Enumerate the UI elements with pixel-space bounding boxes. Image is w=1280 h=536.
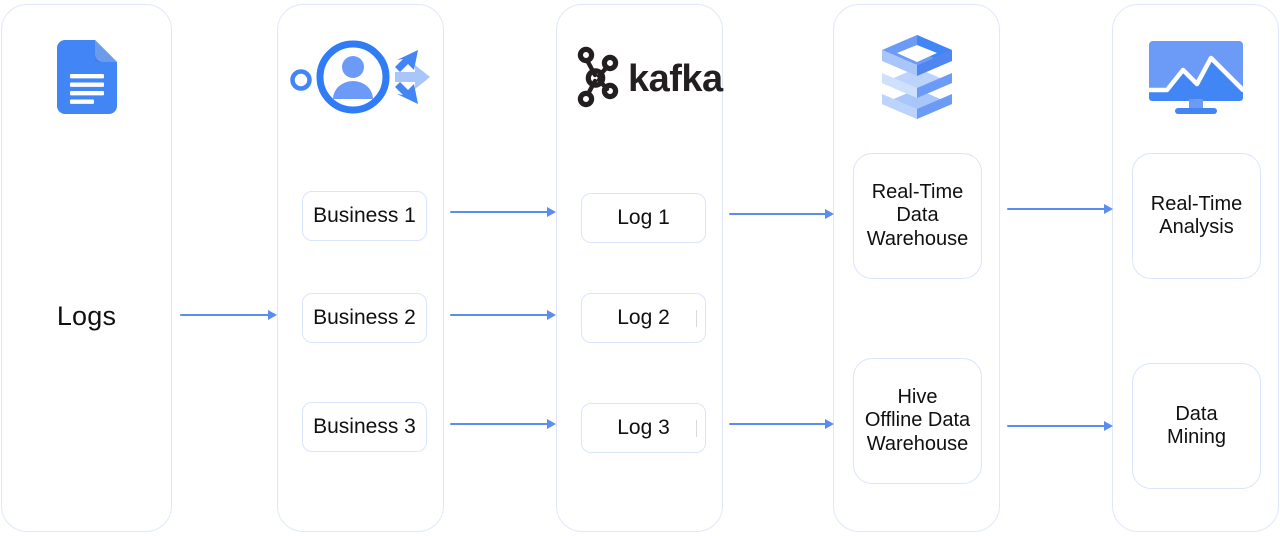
diagram-canvas: Logs Business 1 Business 2 Business 3 ka… bbox=[0, 0, 1280, 536]
flow-realtime-warehouse-to-realtime-analysis bbox=[1007, 203, 1114, 215]
document-icon bbox=[2, 31, 171, 123]
stage-kafka: kafka Log 1 Log 2 Log 3 bbox=[556, 4, 724, 532]
flow-log3-to-hive-warehouse bbox=[729, 418, 835, 430]
log-1-box[interactable]: Log 1 bbox=[581, 193, 706, 243]
business-1-box[interactable]: Business 1 bbox=[302, 191, 427, 241]
stage-logs-source: Logs bbox=[1, 4, 172, 532]
svg-text:kafka: kafka bbox=[628, 58, 724, 100]
text-caret-artifact bbox=[695, 420, 697, 437]
monitor-chart-icon bbox=[1113, 31, 1278, 123]
text-caret-artifact bbox=[695, 310, 697, 327]
flow-business3-to-log3 bbox=[450, 418, 557, 430]
real-time-data-warehouse-box[interactable]: Real-Time Data Warehouse bbox=[853, 153, 982, 279]
business-3-box[interactable]: Business 3 bbox=[302, 402, 427, 452]
stage-analysis: Real-Time Analysis Data Mining bbox=[1112, 4, 1279, 532]
log-2-box[interactable]: Log 2 bbox=[581, 293, 706, 343]
flow-hive-warehouse-to-data-mining bbox=[1007, 420, 1114, 432]
kafka-logo-icon: kafka bbox=[557, 31, 724, 123]
data-mining-box[interactable]: Data Mining bbox=[1132, 363, 1261, 489]
stacked-database-icon bbox=[834, 31, 999, 123]
flow-business1-to-log1 bbox=[450, 206, 557, 218]
flow-business2-to-log2 bbox=[450, 309, 557, 321]
user-distribution-icon bbox=[278, 31, 443, 123]
business-2-box[interactable]: Business 2 bbox=[302, 293, 427, 343]
stage-business-systems: Business 1 Business 2 Business 3 bbox=[277, 4, 444, 532]
hive-offline-data-warehouse-box[interactable]: Hive Offline Data Warehouse bbox=[853, 358, 982, 484]
real-time-analysis-box[interactable]: Real-Time Analysis bbox=[1132, 153, 1261, 279]
stage-data-warehouse: Real-Time Data Warehouse Hive Offline Da… bbox=[833, 4, 1000, 532]
flow-log1-to-realtime-warehouse bbox=[729, 208, 835, 220]
log-3-box[interactable]: Log 3 bbox=[581, 403, 706, 453]
flow-logs-to-business bbox=[180, 309, 278, 321]
logs-label: Logs bbox=[56, 301, 117, 331]
